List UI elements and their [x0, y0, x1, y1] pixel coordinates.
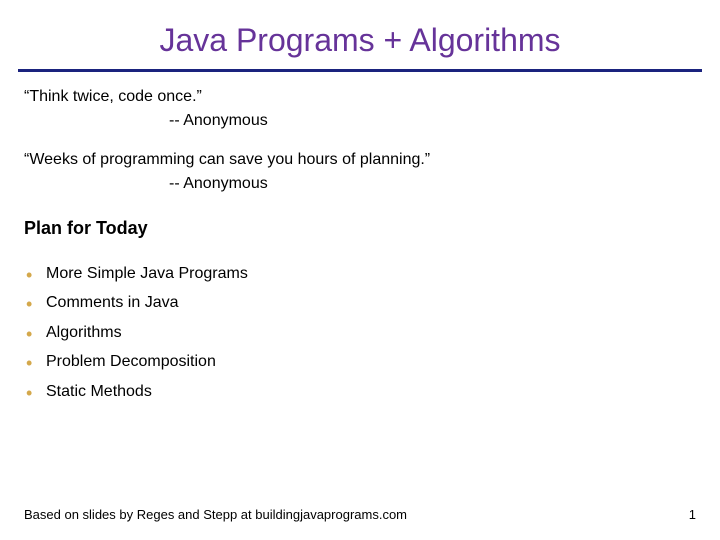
quote-1-text: “Think twice, code once.”	[24, 86, 696, 108]
list-item: Problem Decomposition	[24, 351, 696, 373]
list-item: Comments in Java	[24, 292, 696, 314]
list-item: More Simple Java Programs	[24, 263, 696, 285]
footer-credit: Based on slides by Reges and Stepp at bu…	[24, 507, 407, 522]
list-item: Algorithms	[24, 322, 696, 344]
quote-2-text: “Weeks of programming can save you hours…	[24, 149, 696, 171]
plan-list: More Simple Java Programs Comments in Ja…	[24, 263, 696, 403]
plan-heading: Plan for Today	[24, 216, 696, 240]
slide-body: “Think twice, code once.” -- Anonymous “…	[0, 86, 720, 403]
quote-2-attribution: -- Anonymous	[24, 173, 696, 195]
title-underline	[18, 69, 702, 72]
list-item: Static Methods	[24, 381, 696, 403]
quote-1-attribution: -- Anonymous	[24, 110, 696, 132]
slide-title: Java Programs + Algorithms	[0, 0, 720, 69]
page-number: 1	[689, 507, 696, 522]
